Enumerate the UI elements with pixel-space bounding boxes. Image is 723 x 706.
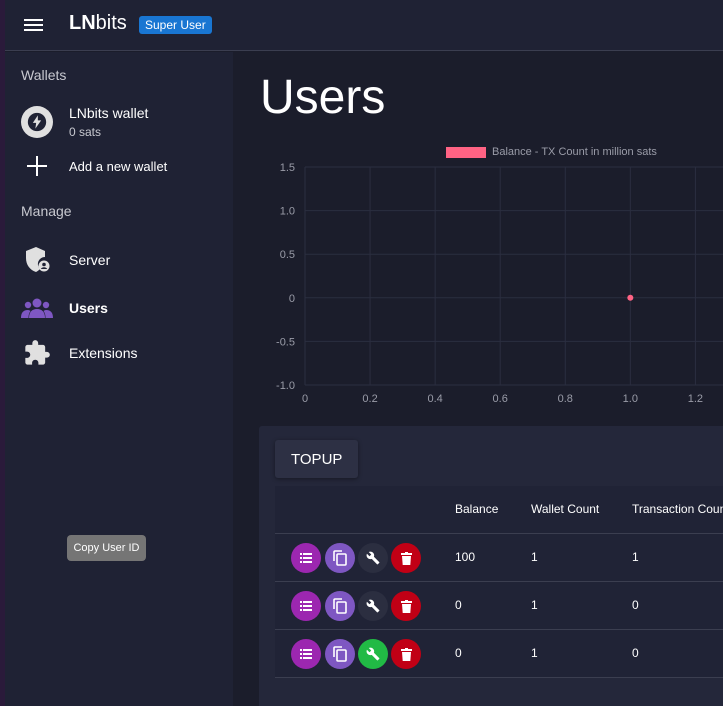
sidebar-item-users[interactable]: Users	[5, 289, 233, 329]
copy-icon	[333, 598, 347, 614]
y-tick-label: 0.5	[280, 249, 295, 261]
page-title: Users	[260, 71, 386, 124]
delete-user-button[interactable]	[391, 543, 421, 573]
menu-icon[interactable]	[20, 14, 48, 38]
plus-icon	[21, 150, 53, 182]
list-wallets-button[interactable]	[291, 543, 321, 573]
legend-label: Balance - TX Count in million sats	[492, 146, 657, 158]
add-wallet-button[interactable]: Add a new wallet	[5, 150, 233, 190]
wallets-section-title: Wallets	[21, 67, 67, 83]
wallet-item[interactable]: LNbits wallet 0 sats	[5, 100, 233, 144]
sidebar-item-label: Server	[69, 252, 111, 268]
y-tick-label: 0	[289, 293, 295, 305]
puzzle-icon	[21, 337, 53, 369]
x-tick-label: 0	[302, 393, 308, 405]
list-wallets-button[interactable]	[291, 591, 321, 621]
main-content: Users Balance - TX Count in million sats…	[233, 52, 723, 706]
table-header: Balance Wallet Count Transaction Coun	[275, 486, 723, 534]
wrench-icon	[366, 599, 380, 613]
wrench-icon	[366, 647, 380, 661]
column-header-transaction-count[interactable]: Transaction Coun	[632, 502, 723, 516]
data-point[interactable]	[627, 294, 634, 301]
wrench-icon	[366, 551, 380, 565]
balance-chart: Balance - TX Count in million sats 1.5 1.…	[276, 146, 723, 405]
manage-section-title: Manage	[21, 203, 72, 219]
brand-logo[interactable]: LNbits	[69, 12, 127, 35]
wallet-balance: 0 sats	[69, 125, 102, 139]
wallet-name: LNbits wallet	[69, 105, 149, 121]
topup-button[interactable]: TOPUP	[275, 440, 359, 478]
sidebar-item-label: Extensions	[69, 345, 138, 361]
transaction-count-cell: 0	[632, 646, 639, 660]
wallet-count-cell: 1	[531, 550, 538, 564]
copy-user-id-button[interactable]	[325, 591, 355, 621]
x-tick-label: 0.4	[427, 393, 442, 405]
wallet-count-cell: 1	[531, 646, 538, 660]
trash-icon	[400, 551, 412, 565]
users-group-icon	[21, 292, 53, 324]
table-row: 0 1 0	[275, 630, 723, 678]
copy-user-id-tooltip: Copy User ID	[67, 535, 146, 561]
admin-toggle-button[interactable]	[358, 639, 388, 669]
x-tick-label: 0.6	[493, 393, 508, 405]
x-tick-label: 0.8	[558, 393, 573, 405]
y-tick-label: -0.5	[276, 336, 295, 348]
x-tick-label: 1.0	[623, 393, 638, 405]
balance-cell: 0	[455, 646, 462, 660]
balance-cell: 0	[455, 598, 462, 612]
transaction-count-cell: 1	[632, 550, 639, 564]
legend-swatch	[446, 147, 486, 158]
sidebar-item-label: Users	[69, 300, 108, 316]
table-row: 0 1 0	[275, 582, 723, 630]
column-header-wallet-count[interactable]: Wallet Count	[531, 502, 599, 516]
table-row: 100 1 1	[275, 534, 723, 582]
sidebar: Wallets LNbits wallet 0 sats Add a new w…	[5, 52, 233, 706]
copy-icon	[333, 646, 347, 662]
lightning-bolt-icon	[21, 106, 53, 138]
y-tick-label: 1.5	[280, 162, 295, 174]
copy-user-id-button[interactable]	[325, 639, 355, 669]
trash-icon	[400, 647, 412, 661]
users-table-card: TOPUP Balance Wallet Count Transaction C…	[259, 426, 723, 706]
copy-user-id-button[interactable]	[325, 543, 355, 573]
admin-shield-icon	[21, 244, 53, 276]
copy-icon	[333, 550, 347, 566]
super-user-badge: Super User	[139, 16, 212, 34]
admin-toggle-button[interactable]	[358, 543, 388, 573]
list-icon	[300, 601, 312, 611]
y-tick-label: -1.0	[276, 380, 295, 392]
delete-user-button[interactable]	[391, 639, 421, 669]
sidebar-item-extensions[interactable]: Extensions	[5, 334, 233, 374]
sidebar-item-server[interactable]: Server	[5, 241, 233, 281]
list-icon	[300, 649, 312, 659]
x-tick-label: 0.2	[362, 393, 377, 405]
column-header-balance[interactable]: Balance	[455, 502, 498, 516]
list-icon	[300, 553, 312, 563]
delete-user-button[interactable]	[391, 591, 421, 621]
trash-icon	[400, 599, 412, 613]
add-wallet-label: Add a new wallet	[69, 159, 168, 174]
y-tick-label: 1.0	[280, 206, 295, 218]
balance-cell: 100	[455, 550, 476, 564]
app-header: LNbits Super User	[5, 0, 723, 51]
wallet-count-cell: 1	[531, 598, 538, 612]
transaction-count-cell: 0	[632, 598, 639, 612]
admin-toggle-button[interactable]	[358, 591, 388, 621]
x-tick-label: 1.2	[688, 393, 703, 405]
users-table: Balance Wallet Count Transaction Coun 10…	[275, 486, 723, 678]
list-wallets-button[interactable]	[291, 639, 321, 669]
